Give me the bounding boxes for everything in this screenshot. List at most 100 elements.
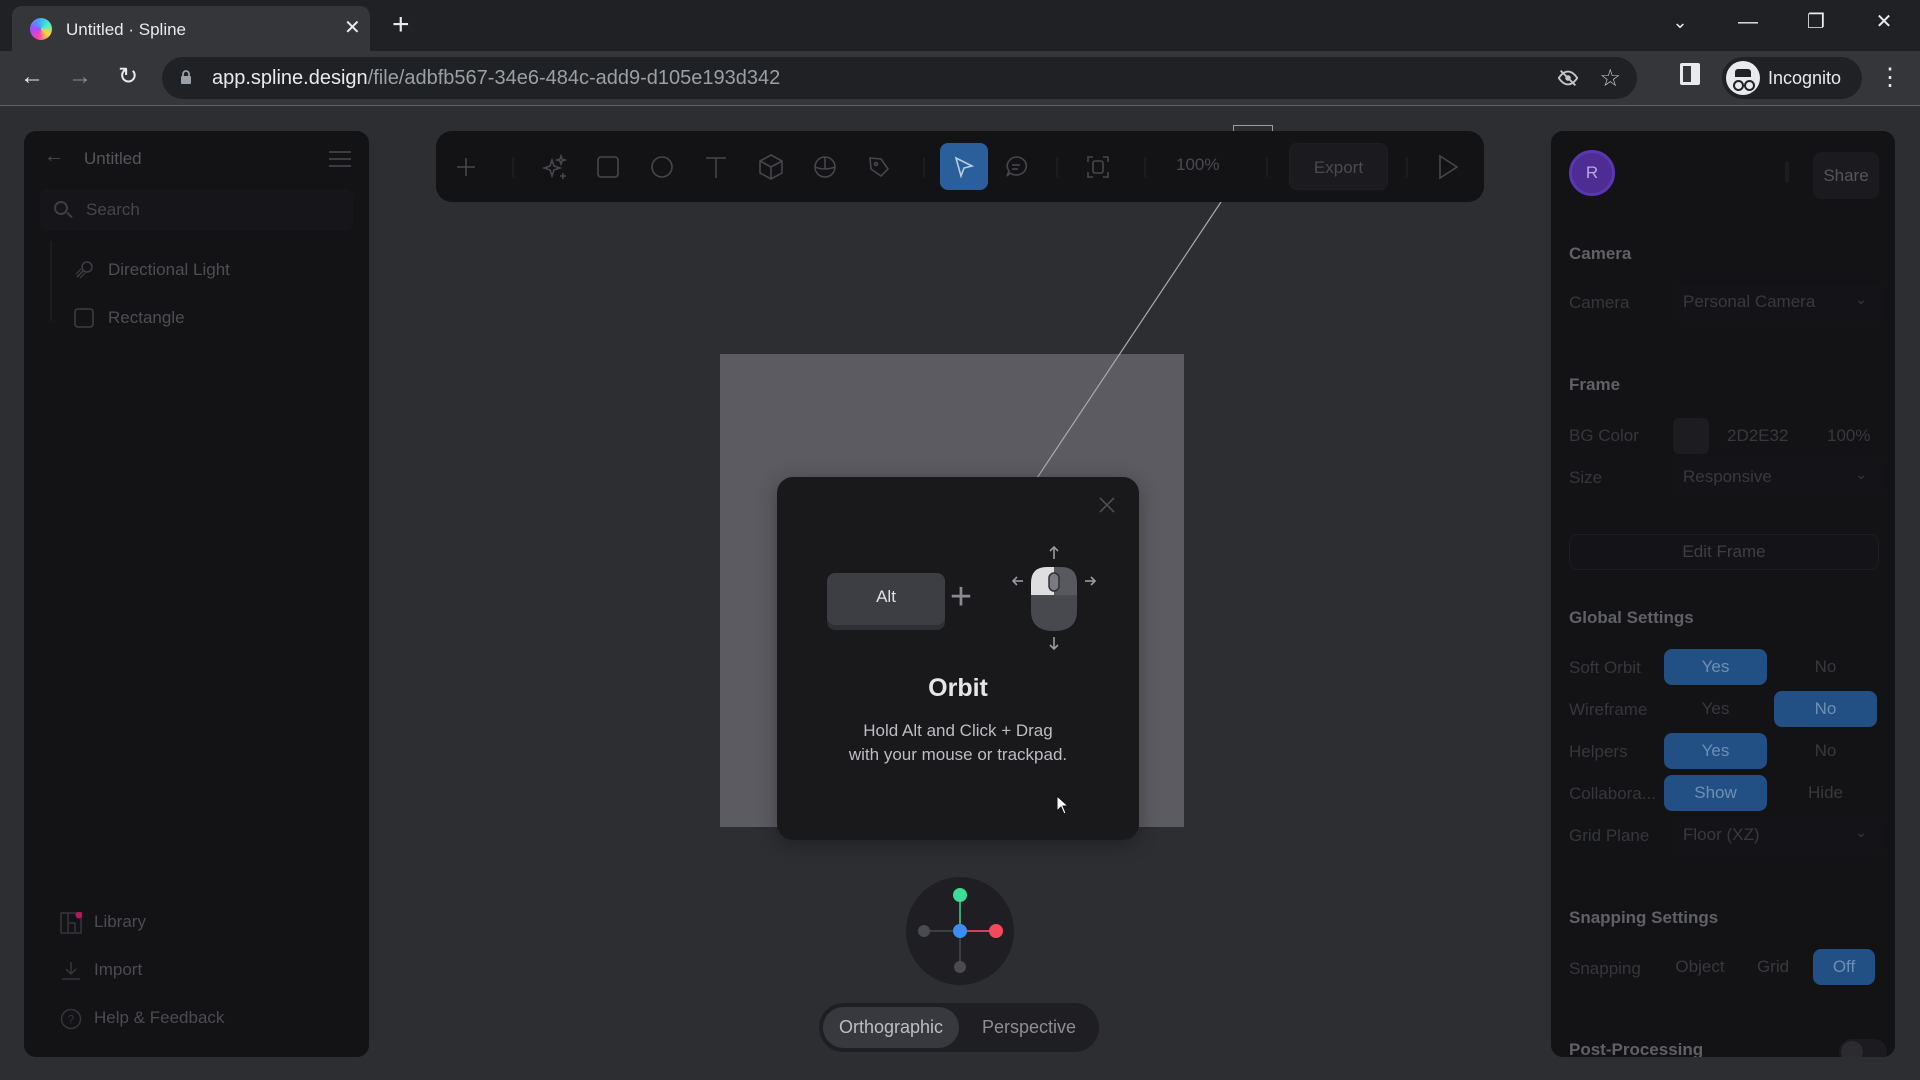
window-close-button[interactable]: ✕	[1864, 8, 1904, 36]
side-panel-icon[interactable]	[1680, 63, 1700, 85]
rectangle-tool[interactable]	[586, 145, 630, 189]
ellipse-tool[interactable]	[640, 145, 684, 189]
snapping-grid[interactable]: Grid	[1741, 949, 1805, 985]
user-avatar[interactable]: R	[1569, 150, 1615, 196]
play-icon	[1439, 154, 1459, 180]
tab-search-chevron-icon[interactable]: ⌄	[1660, 8, 1700, 36]
tab-title: Untitled · Spline	[66, 20, 187, 39]
main-toolbar: 100% Export	[436, 131, 1484, 202]
toolbar-divider	[923, 157, 925, 177]
hamburger-menu-icon[interactable]	[329, 151, 351, 167]
chevron-down-icon: ⌄	[1855, 291, 1867, 307]
close-icon[interactable]	[1097, 495, 1117, 515]
import-label: Import	[94, 960, 143, 979]
bookmark-star-icon[interactable]: ☆	[1599, 64, 1621, 93]
help-icon: ?	[60, 1008, 82, 1030]
bg-color-hex[interactable]: 2D2E32	[1727, 426, 1788, 446]
helpers-no[interactable]: No	[1774, 733, 1877, 769]
address-bar[interactable]: app.spline.design/file/adbfb567-34e6-484…	[162, 57, 1637, 99]
header-divider	[1785, 161, 1789, 183]
helpers-yes[interactable]: Yes	[1664, 733, 1767, 769]
help-feedback-button[interactable]: ? Help & Feedback	[56, 1000, 336, 1036]
shape-3d-tool[interactable]	[749, 145, 793, 189]
layer-item[interactable]: Directional Light	[64, 250, 354, 290]
share-button[interactable]: Share	[1813, 152, 1879, 199]
frame-tool[interactable]	[1076, 145, 1120, 189]
gizmo-y-axis[interactable]	[953, 888, 967, 902]
add-button[interactable]	[444, 145, 488, 189]
camera-select[interactable]: Personal Camera ⌄	[1673, 283, 1883, 321]
bg-color-opacity[interactable]: 100%	[1827, 426, 1870, 446]
toolbar-divider	[1144, 157, 1146, 177]
layer-search[interactable]	[40, 189, 353, 231]
soft-orbit-yes[interactable]: Yes	[1664, 649, 1767, 685]
collaborators-show[interactable]: Show	[1664, 775, 1767, 811]
gizmo-neg-y-axis[interactable]	[954, 961, 966, 973]
url-text: app.spline.design/file/adbfb567-34e6-484…	[212, 67, 781, 89]
reload-button[interactable]: ↻	[112, 61, 144, 93]
post-processing-header: Post-Processing	[1569, 1040, 1704, 1057]
gizmo-neg-x-axis[interactable]	[918, 925, 930, 937]
size-value: Responsive	[1683, 467, 1772, 486]
bg-color-swatch[interactable]	[1673, 418, 1709, 454]
forward-button[interactable]: →	[64, 61, 96, 93]
orthographic-option[interactable]: Orthographic	[823, 1007, 959, 1048]
size-select[interactable]: Responsive ⌄	[1673, 458, 1883, 496]
plus-symbol: +	[949, 576, 973, 618]
text-icon	[706, 157, 726, 178]
back-arrow-icon[interactable]: ←	[44, 145, 64, 168]
circle-icon	[651, 156, 673, 178]
edit-frame-button[interactable]: Edit Frame	[1569, 534, 1879, 570]
import-button[interactable]: Import	[56, 952, 336, 988]
grid-plane-value: Floor (XZ)	[1683, 825, 1760, 844]
toolbar-divider	[1056, 157, 1058, 177]
layer-name: Rectangle	[108, 308, 185, 327]
collaborators-hide[interactable]: Hide	[1774, 775, 1877, 811]
play-button[interactable]	[1426, 145, 1470, 189]
tracking-protection-eye-off-icon[interactable]	[1557, 67, 1579, 89]
comment-tool[interactable]	[994, 145, 1038, 189]
search-input[interactable]	[86, 197, 336, 223]
ai-generate-tool[interactable]	[533, 145, 577, 189]
svg-text:?: ?	[68, 1013, 75, 1027]
tab-close-icon[interactable]: ✕	[344, 16, 361, 40]
minimize-button[interactable]: —	[1728, 8, 1768, 36]
library-button[interactable]: Library	[56, 904, 336, 940]
select-tool[interactable]	[940, 143, 988, 190]
text-tool[interactable]	[694, 145, 738, 189]
dialog-title: Orbit	[928, 674, 988, 702]
export-button[interactable]: Export	[1289, 143, 1388, 190]
grid-plane-label: Grid Plane	[1569, 826, 1650, 845]
snapping-object[interactable]: Object	[1664, 949, 1736, 985]
snapping-off[interactable]: Off	[1813, 949, 1875, 985]
help-feedback-label: Help & Feedback	[94, 1008, 225, 1027]
zoom-level[interactable]: 100%	[1176, 155, 1219, 175]
restore-button[interactable]: ❐	[1796, 8, 1836, 36]
toolbar-divider	[1266, 157, 1268, 177]
axis-gizmo[interactable]	[906, 877, 1014, 985]
post-processing-toggle[interactable]	[1839, 1039, 1887, 1057]
browser-tab[interactable]: Untitled · Spline ✕	[12, 6, 370, 51]
soft-orbit-no[interactable]: No	[1774, 649, 1877, 685]
gizmo-z-axis[interactable]	[953, 924, 967, 938]
gizmo-x-axis[interactable]	[989, 924, 1003, 938]
back-button[interactable]: ←	[16, 61, 48, 93]
profile-label: Incognito	[1768, 68, 1842, 88]
dialog-description: Hold Alt and Click + Drag with your mous…	[848, 721, 1068, 764]
grid-plane-select[interactable]: Floor (XZ) ⌄	[1673, 816, 1883, 854]
wireframe-no[interactable]: No	[1774, 691, 1877, 727]
sphere-tool[interactable]	[803, 145, 847, 189]
browser-tab-strip: Untitled · Spline ✕ + ⌄ — ❐ ✕	[0, 0, 1920, 51]
layer-item[interactable]: Rectangle	[64, 298, 354, 338]
incognito-profile-button[interactable]: Incognito	[1722, 57, 1862, 99]
pen-tool[interactable]	[857, 145, 901, 189]
file-title[interactable]: Untitled	[84, 149, 142, 169]
browser-toolbar: ← → ↻ app.spline.design/file/adbfb567-34…	[0, 51, 1920, 106]
import-icon	[62, 962, 80, 980]
new-tab-button[interactable]: +	[392, 8, 410, 42]
camera-section-header: Camera	[1569, 244, 1632, 263]
wireframe-yes[interactable]: Yes	[1664, 691, 1767, 727]
browser-menu-icon[interactable]: ⋮	[1878, 61, 1902, 95]
frame-icon	[1087, 156, 1109, 178]
perspective-option[interactable]: Perspective	[965, 1007, 1093, 1048]
